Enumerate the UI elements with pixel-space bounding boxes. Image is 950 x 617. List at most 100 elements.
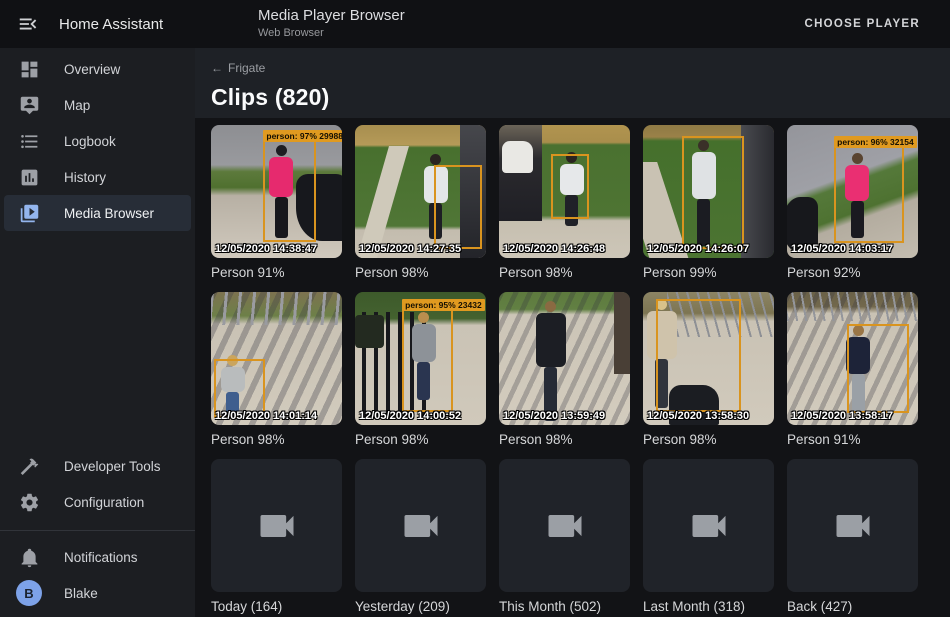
folder-label: This Month (502)	[499, 599, 630, 614]
person-head	[545, 301, 556, 312]
topbar-left: Home Assistant	[0, 12, 195, 36]
clip-thumbnail: 12/05/2020 14:01:14	[211, 292, 342, 425]
scene-prop	[355, 315, 384, 348]
bounding-box-label: person: 96% 32154	[834, 136, 917, 148]
clip-thumbnail: person: 95% 23432 12/05/2020 14:00:52	[355, 292, 486, 425]
clip-thumbnail: person: 97% 29988 12/05/2020 14:38:47	[211, 125, 342, 258]
sidebar-item-developer-tools[interactable]: Developer Tools	[4, 448, 191, 484]
clip-timestamp: 12/05/2020 14:26:48	[503, 243, 605, 255]
sidebar-item-logbook[interactable]: Logbook	[4, 123, 191, 159]
clip-timestamp: 12/05/2020 13:58:17	[791, 410, 893, 422]
folder-card[interactable]: Today (164)	[211, 459, 342, 614]
clip-caption: Person 98%	[643, 432, 774, 447]
chart-icon	[17, 165, 41, 189]
clip-timestamp: 12/05/2020 14:26:07	[647, 243, 749, 255]
person-head	[430, 154, 441, 165]
clips-grid: person: 97% 29988 12/05/2020 14:38:47 Pe…	[195, 118, 950, 614]
media-play-box-icon	[17, 201, 41, 225]
person-bounding-box	[847, 324, 909, 413]
folder-label: Back (427)	[787, 599, 918, 614]
sidebar-item-map[interactable]: Map	[4, 87, 191, 123]
person-bounding-box	[434, 165, 483, 249]
folder-label: Yesterday (209)	[355, 599, 486, 614]
clip-card[interactable]: 12/05/2020 13:58:17 Person 91%	[787, 292, 918, 447]
sidebar-item-history[interactable]: History	[4, 159, 191, 195]
user-name: Blake	[64, 586, 98, 601]
clip-timestamp: 12/05/2020 14:01:14	[215, 410, 317, 422]
clip-timestamp: 12/05/2020 13:59:49	[503, 410, 605, 422]
hammer-icon	[17, 454, 41, 478]
sidebar-item-label: Notifications	[64, 550, 138, 565]
bounding-box-label: person: 97% 29988	[263, 130, 342, 142]
clip-thumbnail: person: 96% 32154 12/05/2020 14:03:17	[787, 125, 918, 258]
sidebar-item-label: Logbook	[64, 134, 116, 149]
sidebar-item-label: Developer Tools	[64, 459, 161, 474]
folder-label: Today (164)	[211, 599, 342, 614]
clip-caption: Person 98%	[355, 265, 486, 280]
sidebar-item-user[interactable]: B Blake	[4, 575, 191, 611]
sidebar-divider	[0, 530, 195, 531]
clip-card[interactable]: person: 97% 29988 12/05/2020 14:38:47 Pe…	[211, 125, 342, 280]
sidebar-item-label: Overview	[64, 62, 120, 77]
person-bounding-box: person: 97% 29988	[263, 140, 315, 242]
sidebar-item-media-browser[interactable]: Media Browser	[4, 195, 191, 231]
folder-card[interactable]: Back (427)	[787, 459, 918, 614]
sidebar-nav: Overview Map Logbook History Media Brows…	[0, 48, 195, 231]
main-content: ← Frigate Clips (820) person: 97% 29988 …	[195, 48, 950, 617]
folder-card[interactable]: This Month (502)	[499, 459, 630, 614]
folder-card[interactable]: Last Month (318)	[643, 459, 774, 614]
sidebar-item-overview[interactable]: Overview	[4, 51, 191, 87]
folder-thumbnail	[499, 459, 630, 592]
sidebar-toggle-menu-icon[interactable]	[16, 12, 40, 36]
page-title: Clips (820)	[211, 84, 934, 111]
clip-thumbnail: 12/05/2020 13:58:30	[643, 292, 774, 425]
clip-card[interactable]: 12/05/2020 13:58:30 Person 98%	[643, 292, 774, 447]
person-torso	[536, 313, 566, 367]
sidebar-item-notifications[interactable]: Notifications	[4, 539, 191, 575]
top-app-bar: Home Assistant Media Player Browser Web …	[0, 0, 950, 48]
panel-title: Media Player Browser	[258, 7, 405, 26]
bell-icon	[17, 545, 41, 569]
video-camera-icon	[687, 504, 731, 548]
sidebar-bottom: Developer Tools Configuration Notificati…	[0, 448, 195, 617]
clip-caption: Person 98%	[211, 432, 342, 447]
person-bounding-box	[656, 299, 741, 412]
media-browser-header: ← Frigate Clips (820)	[195, 48, 950, 118]
clip-card[interactable]: 12/05/2020 13:59:49 Person 98%	[499, 292, 630, 447]
sidebar: Overview Map Logbook History Media Brows…	[0, 48, 195, 617]
clip-caption: Person 98%	[499, 265, 630, 280]
clip-caption: Person 99%	[643, 265, 774, 280]
sidebar-item-label: Configuration	[64, 495, 144, 510]
folder-card[interactable]: Yesterday (209)	[355, 459, 486, 614]
bounding-box-label: person: 95% 23432	[402, 299, 485, 311]
clip-thumbnail: 12/05/2020 13:58:17	[787, 292, 918, 425]
clip-timestamp: 12/05/2020 14:27:35	[359, 243, 461, 255]
clip-card[interactable]: 12/05/2020 14:27:35 Person 98%	[355, 125, 486, 280]
sidebar-item-label: Media Browser	[64, 206, 154, 221]
page-header-title-block: Media Player Browser Web Browser	[258, 7, 405, 41]
panel-subtitle: Web Browser	[258, 27, 405, 41]
clip-card[interactable]: 12/05/2020 14:26:48 Person 98%	[499, 125, 630, 280]
folder-label: Last Month (318)	[643, 599, 774, 614]
dashboard-icon	[17, 57, 41, 81]
folder-thumbnail	[643, 459, 774, 592]
person-bounding-box	[682, 136, 744, 249]
choose-player-button[interactable]: CHOOSE PLAYER	[798, 17, 926, 31]
sidebar-item-configuration[interactable]: Configuration	[4, 484, 191, 520]
app-title: Home Assistant	[59, 16, 163, 33]
clip-caption: Person 98%	[355, 432, 486, 447]
sidebar-item-label: Map	[64, 98, 90, 113]
breadcrumb-back[interactable]: ← Frigate	[211, 48, 265, 75]
clip-card[interactable]: 12/05/2020 14:01:14 Person 98%	[211, 292, 342, 447]
folder-thumbnail	[355, 459, 486, 592]
clip-card[interactable]: 12/05/2020 14:26:07 Person 99%	[643, 125, 774, 280]
person-bounding-box: person: 95% 23432	[402, 309, 453, 411]
clip-caption: Person 91%	[787, 432, 918, 447]
clip-timestamp: 12/05/2020 14:03:17	[791, 243, 893, 255]
clip-thumbnail: 12/05/2020 14:26:07	[643, 125, 774, 258]
clip-card[interactable]: person: 96% 32154 12/05/2020 14:03:17 Pe…	[787, 125, 918, 280]
clip-card[interactable]: person: 95% 23432 12/05/2020 14:00:52 Pe…	[355, 292, 486, 447]
clip-thumbnail: 12/05/2020 14:26:48	[499, 125, 630, 258]
clip-timestamp: 12/05/2020 14:00:52	[359, 410, 461, 422]
clip-thumbnail: 12/05/2020 13:59:49	[499, 292, 630, 425]
